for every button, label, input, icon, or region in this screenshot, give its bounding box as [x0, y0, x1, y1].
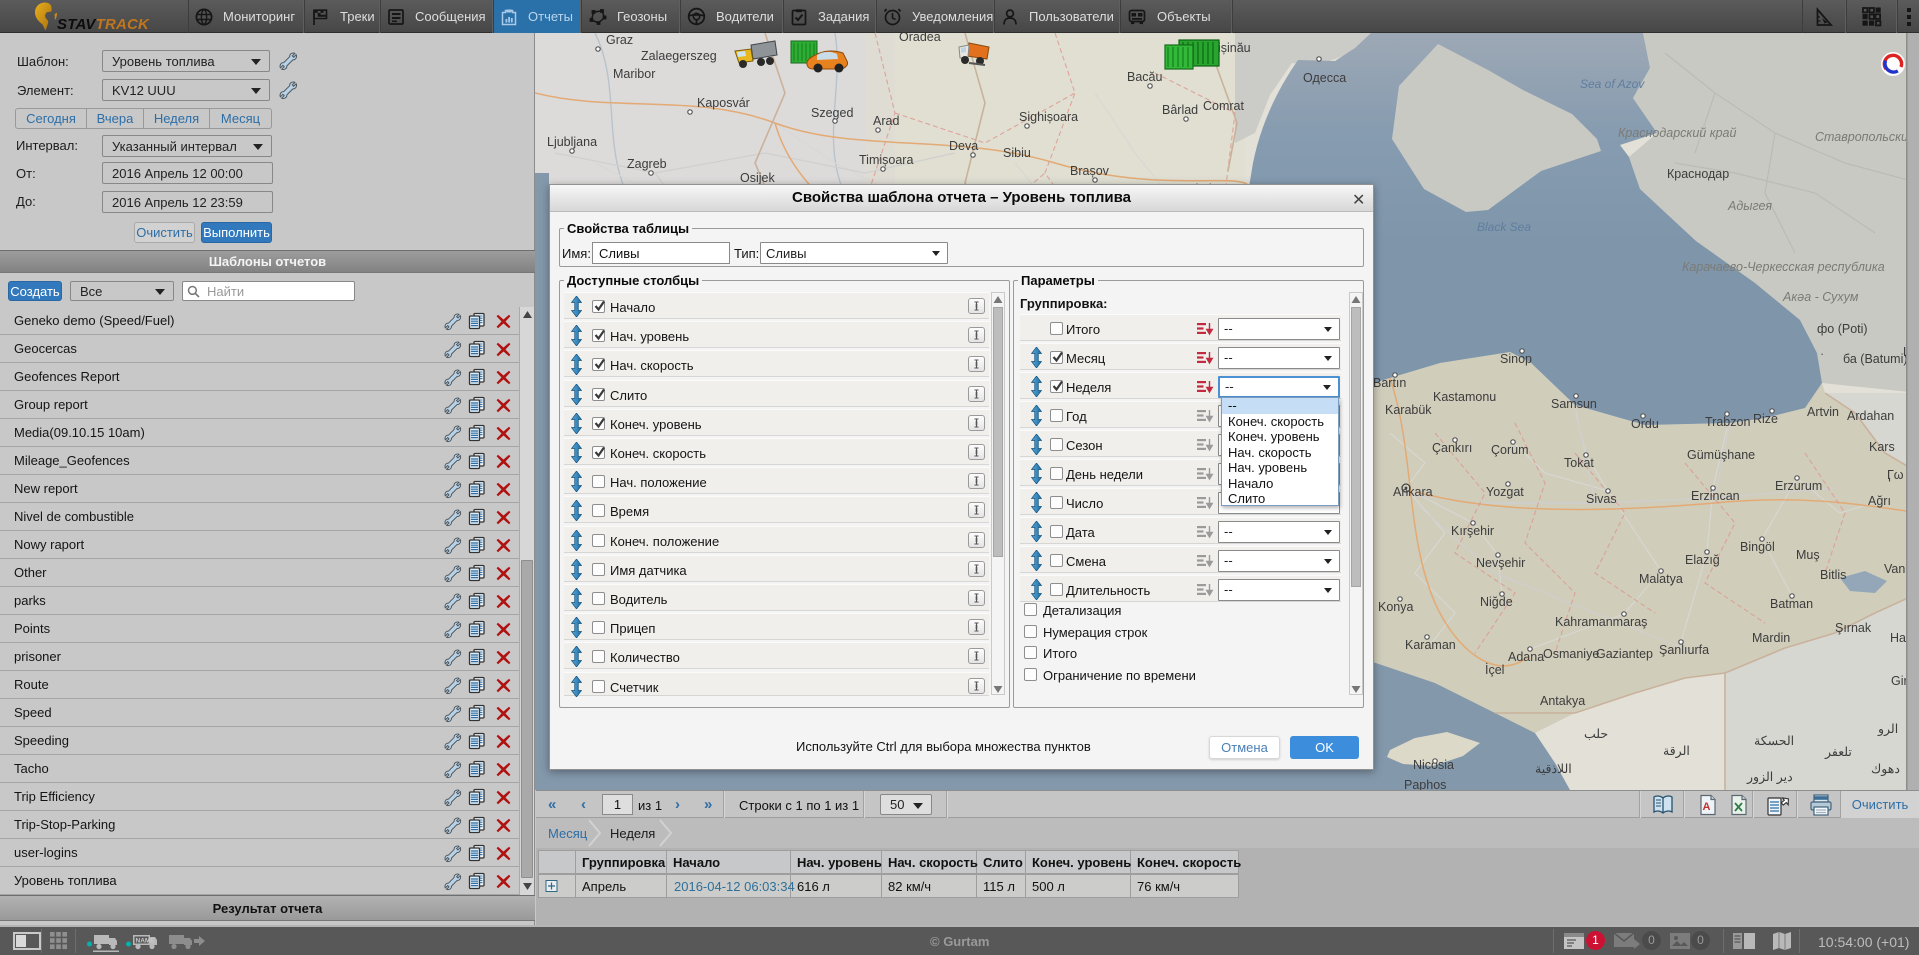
svg-text:·: ·	[1820, 347, 1824, 361]
svg-text:Краснодар: Краснодар	[1667, 167, 1729, 181]
svg-text:Comrat: Comrat	[1203, 99, 1245, 113]
svg-text:دهوك: دهوك	[1871, 762, 1900, 777]
svg-text:Karaman: Karaman	[1405, 638, 1456, 652]
svg-text:Timișoara: Timișoara	[859, 153, 913, 167]
svg-text:Paphos: Paphos	[1404, 778, 1446, 790]
svg-text:Ljubljana: Ljubljana	[547, 135, 597, 149]
svg-text:Samsun: Samsun	[1551, 397, 1597, 411]
svg-text:الحسكة: الحسكة	[1754, 734, 1794, 748]
svg-text:Kastamonu: Kastamonu	[1433, 390, 1496, 404]
svg-text:Muş: Muş	[1796, 548, 1820, 562]
svg-text:Karabük: Karabük	[1385, 403, 1432, 417]
svg-text:Osmaniye: Osmaniye	[1543, 647, 1599, 661]
svg-text:Kaposvár: Kaposvár	[697, 96, 750, 110]
svg-text:Bacău: Bacău	[1127, 70, 1162, 84]
svg-text:دير الزور: دير الزور	[1746, 770, 1793, 785]
svg-text:Oradea: Oradea	[899, 33, 941, 44]
svg-text:Ставропольски: Ставропольски	[1815, 130, 1908, 144]
svg-text:Arad: Arad	[873, 114, 899, 128]
svg-text:Osijek: Osijek	[740, 171, 775, 185]
svg-text:Gümüşhane: Gümüşhane	[1687, 448, 1755, 462]
svg-text:Bârlad: Bârlad	[1162, 103, 1198, 117]
svg-text:Адыгея: Адыгея	[1727, 199, 1772, 213]
svg-text:фо (Poti): фо (Poti)	[1817, 322, 1868, 336]
svg-text:NAME: NAME	[136, 938, 156, 945]
svg-text:حلب: حلب	[1584, 727, 1608, 741]
svg-text:Bingöl: Bingöl	[1740, 540, 1775, 554]
svg-text:Ağrı: Ağrı	[1868, 494, 1891, 508]
svg-text:Акəа - Сухум: Акəа - Сухум	[1782, 290, 1859, 304]
svg-text:Rize: Rize	[1753, 412, 1778, 426]
svg-text:Bartın: Bartın	[1373, 376, 1406, 390]
svg-text:Çankırı: Çankırı	[1432, 441, 1472, 455]
svg-text:Tokat: Tokat	[1564, 456, 1594, 470]
svg-text:Şanlıurfa: Şanlıurfa	[1659, 643, 1709, 657]
svg-text:Van: Van	[1884, 562, 1905, 576]
svg-text:Elazığ: Elazığ	[1685, 553, 1720, 567]
svg-text:Szeged: Szeged	[811, 106, 853, 120]
svg-text:Malatya: Malatya	[1639, 572, 1683, 586]
svg-text:Zalaegerszeg: Zalaegerszeg	[641, 49, 717, 63]
svg-text:Erzincan: Erzincan	[1691, 489, 1740, 503]
svg-text:Konya: Konya	[1378, 600, 1413, 614]
svg-text:Niğde: Niğde	[1480, 595, 1513, 609]
svg-text:Карачаево-Черкесская республик: Карачаево-Черкесская республика	[1682, 260, 1885, 274]
svg-text:İçel: İçel	[1485, 663, 1504, 677]
svg-text:Sea of Azov: Sea of Azov	[1580, 77, 1645, 91]
svg-text:Sinop: Sinop	[1500, 352, 1532, 366]
svg-text:Ardahan: Ardahan	[1847, 409, 1894, 423]
svg-text:Ӷω: Ӷω	[1887, 468, 1904, 482]
svg-text:ба (Batumi): ба (Batumi)	[1843, 352, 1908, 366]
svg-text:Sibiu: Sibiu	[1003, 146, 1031, 160]
svg-text:Şırnak: Şırnak	[1835, 621, 1872, 635]
svg-text:Ankara: Ankara	[1393, 485, 1433, 499]
svg-text:Sivas: Sivas	[1586, 492, 1617, 506]
svg-text:Nevşehir: Nevşehir	[1476, 556, 1525, 570]
svg-text:Çorum: Çorum	[1491, 443, 1529, 457]
svg-text:Graz: Graz	[606, 33, 633, 47]
svg-text:الرقة: الرقة	[1663, 744, 1690, 759]
svg-text:Ordu: Ordu	[1631, 417, 1659, 431]
svg-text:Одесса: Одесса	[1303, 71, 1346, 85]
svg-text:Yozgat: Yozgat	[1486, 485, 1524, 499]
svg-text:Maribor: Maribor	[613, 67, 655, 81]
svg-text:Краснодарский край: Краснодарский край	[1618, 126, 1736, 140]
svg-text:Deva: Deva	[949, 139, 978, 153]
svg-text:Bitlis: Bitlis	[1820, 568, 1846, 582]
svg-text:Black Sea: Black Sea	[1477, 220, 1531, 234]
svg-text:A: A	[1703, 801, 1711, 813]
svg-text:Sighișoara: Sighișoara	[1019, 110, 1078, 124]
svg-text:Kahramanmaraş: Kahramanmaraş	[1555, 615, 1647, 629]
svg-text:Adana: Adana	[1508, 650, 1544, 664]
svg-text:Antakya: Antakya	[1540, 694, 1585, 708]
svg-text:Gaziantep: Gaziantep	[1596, 647, 1653, 661]
svg-text:Kırşehir: Kırşehir	[1451, 524, 1494, 538]
svg-text:Zagreb: Zagreb	[627, 157, 667, 171]
svg-text:Erzurum: Erzurum	[1775, 479, 1822, 493]
svg-text:Mardin: Mardin	[1752, 631, 1790, 645]
svg-text:تلعفر: تلعفر	[1824, 745, 1852, 760]
svg-text:Batman: Batman	[1770, 597, 1813, 611]
svg-text:Brașov: Brașov	[1070, 164, 1110, 178]
svg-text:اللاذقية: اللاذقية	[1535, 762, 1572, 776]
svg-text:Trabzon: Trabzon	[1705, 415, 1750, 429]
svg-text:الرو: الرو	[1877, 722, 1898, 737]
svg-text:Kars: Kars	[1869, 440, 1895, 454]
svg-text:Artvin: Artvin	[1807, 405, 1839, 419]
